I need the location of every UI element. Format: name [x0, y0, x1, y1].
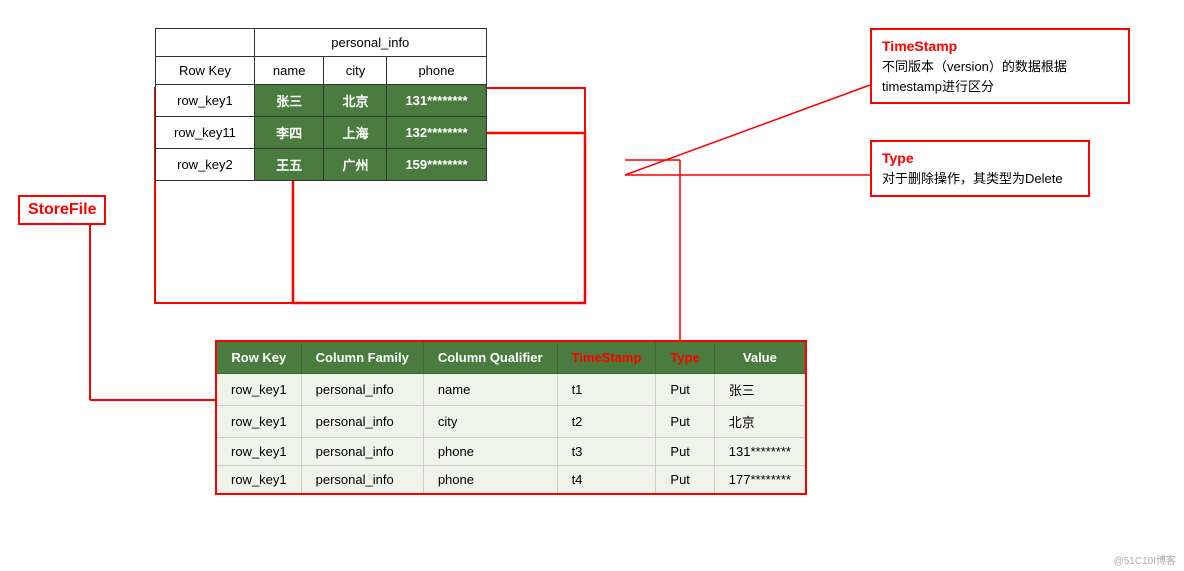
storefile-text: StoreFile — [28, 201, 96, 218]
phone-3: 159******** — [387, 149, 486, 181]
br-value-2: 131******** — [714, 438, 806, 466]
br-type-0: Put — [656, 374, 714, 406]
br-qualifier-1: city — [423, 406, 557, 438]
empty-corner — [156, 29, 255, 57]
name-3: 王五 — [254, 149, 324, 181]
phone-header: phone — [387, 57, 486, 85]
bottom-table: Row Key Column Family Column Qualifier T… — [215, 340, 807, 495]
br-timestamp-2: t3 — [557, 438, 656, 466]
row-key-1: row_key1 — [156, 85, 255, 117]
table-row: row_key2 王五 广州 159******** — [156, 149, 487, 181]
annotation-timestamp-title: TimeStamp — [882, 36, 1118, 57]
city-header: city — [324, 57, 387, 85]
br-family-0: personal_info — [301, 374, 423, 406]
name-1: 张三 — [254, 85, 324, 117]
annotation-timestamp-box: TimeStamp 不同版本（version）的数据根据timestamp进行区… — [870, 28, 1130, 104]
annotation-type-box: Type 对于删除操作，其类型为Delete — [870, 140, 1090, 197]
column-header-row: Row Key name city phone — [156, 57, 487, 85]
bh-type: Type — [656, 341, 714, 374]
br-type-2: Put — [656, 438, 714, 466]
table-row: row_key1 personal_info phone t4 Put 177*… — [216, 466, 806, 495]
personal-info-header: personal_info — [254, 29, 486, 57]
phone-2: 132******** — [387, 117, 486, 149]
br-rowkey-1: row_key1 — [216, 406, 301, 438]
br-qualifier-3: phone — [423, 466, 557, 495]
br-rowkey-2: row_key1 — [216, 438, 301, 466]
br-family-1: personal_info — [301, 406, 423, 438]
br-type-3: Put — [656, 466, 714, 495]
br-value-0: 张三 — [714, 374, 806, 406]
city-1: 北京 — [324, 85, 387, 117]
table-row: row_key1 personal_info name t1 Put 张三 — [216, 374, 806, 406]
row-key-3: row_key2 — [156, 149, 255, 181]
bh-family: Column Family — [301, 341, 423, 374]
br-value-3: 177******** — [714, 466, 806, 495]
storefile-label: StoreFile — [18, 195, 106, 225]
table-row: row_key11 李四 上海 132******** — [156, 117, 487, 149]
bh-timestamp: TimeStamp — [557, 341, 656, 374]
bh-qualifier: Column Qualifier — [423, 341, 557, 374]
bh-value: Value — [714, 341, 806, 374]
city-3: 广州 — [324, 149, 387, 181]
br-timestamp-0: t1 — [557, 374, 656, 406]
row-key-header: Row Key — [156, 57, 255, 85]
annotation-timestamp-body: 不同版本（version）的数据根据timestamp进行区分 — [882, 57, 1118, 96]
name-header: name — [254, 57, 324, 85]
bottom-table-header: Row Key Column Family Column Qualifier T… — [216, 341, 806, 374]
br-timestamp-3: t4 — [557, 466, 656, 495]
br-qualifier-2: phone — [423, 438, 557, 466]
bottom-table-wrapper: Row Key Column Family Column Qualifier T… — [215, 340, 807, 495]
watermark: @51C10I博客 — [1114, 552, 1176, 567]
bottom-header-row: Row Key Column Family Column Qualifier T… — [216, 341, 806, 374]
table-row: row_key1 personal_info phone t3 Put 131*… — [216, 438, 806, 466]
bottom-table-body: row_key1 personal_info name t1 Put 张三 ro… — [216, 374, 806, 495]
annotation-type-body: 对于删除操作，其类型为Delete — [882, 169, 1078, 189]
name-2: 李四 — [254, 117, 324, 149]
br-value-1: 北京 — [714, 406, 806, 438]
br-family-2: personal_info — [301, 438, 423, 466]
br-type-1: Put — [656, 406, 714, 438]
bh-rowkey: Row Key — [216, 341, 301, 374]
br-rowkey-0: row_key1 — [216, 374, 301, 406]
top-table-wrapper: personal_info Row Key name city phone ro… — [155, 28, 487, 181]
top-table: personal_info Row Key name city phone ro… — [155, 28, 487, 181]
br-family-3: personal_info — [301, 466, 423, 495]
phone-1: 131******** — [387, 85, 486, 117]
annotation-type-title: Type — [882, 148, 1078, 169]
personal-info-header-row: personal_info — [156, 29, 487, 57]
br-timestamp-1: t2 — [557, 406, 656, 438]
table-row: row_key1 personal_info city t2 Put 北京 — [216, 406, 806, 438]
row-key-2: row_key11 — [156, 117, 255, 149]
table-row: row_key1 张三 北京 131******** — [156, 85, 487, 117]
main-container: StoreFile personal_info Row Key name cit… — [0, 0, 1184, 571]
br-rowkey-3: row_key1 — [216, 466, 301, 495]
br-qualifier-0: name — [423, 374, 557, 406]
city-2: 上海 — [324, 117, 387, 149]
